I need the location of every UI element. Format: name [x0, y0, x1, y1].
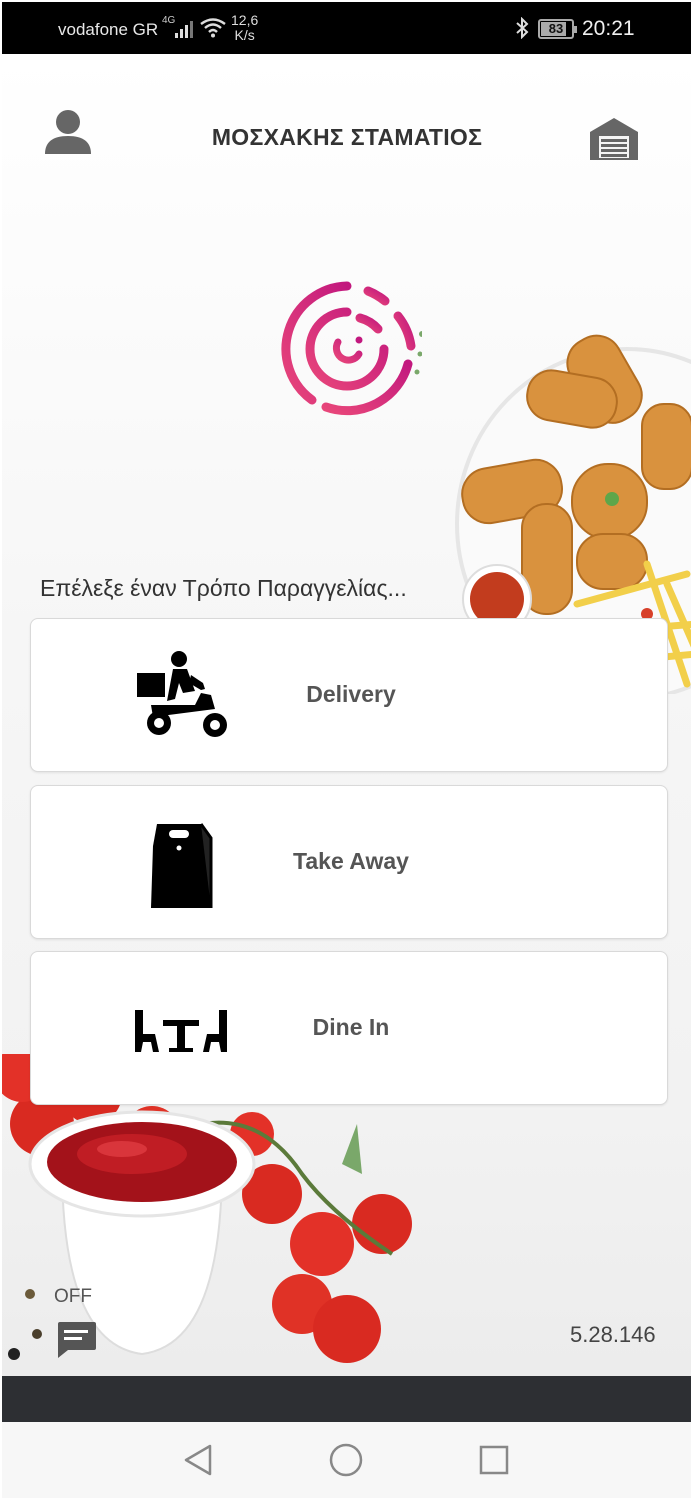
- battery-level: 83: [548, 21, 564, 36]
- dinein-option-button[interactable]: Dine In: [30, 951, 668, 1105]
- scooter-delivery-icon: [137, 651, 227, 737]
- network-type: 4G: [162, 15, 176, 26]
- bluetooth-icon: [516, 17, 529, 39]
- dinein-label: Dine In: [312, 1014, 390, 1040]
- status-time: 20:21: [582, 17, 635, 40]
- store-icon[interactable]: [588, 114, 640, 162]
- carrier-name: vodafone GR: [58, 20, 159, 39]
- chat-status-label: OFF: [54, 1286, 92, 1307]
- network-speed: 12,6 K/s: [231, 13, 258, 43]
- brand-logo: [281, 281, 422, 416]
- back-icon[interactable]: [182, 1443, 214, 1477]
- status-bar: vodafone GR 4G 12,6 K/s 83 20:21: [2, 2, 691, 54]
- signal-icon: [175, 21, 193, 38]
- user-profile-icon[interactable]: [42, 106, 94, 158]
- chat-icon[interactable]: [54, 1320, 98, 1360]
- home-icon[interactable]: [328, 1442, 364, 1478]
- system-navigation-bar: [2, 1422, 691, 1498]
- wifi-icon: [200, 18, 226, 38]
- recent-apps-icon[interactable]: [478, 1444, 510, 1476]
- delivery-label: Delivery: [306, 681, 396, 707]
- bottom-strip: [2, 1376, 691, 1422]
- speed-unit: K/s: [234, 27, 255, 43]
- order-mode-prompt: Επέλεξε έναν Τρόπο Παραγγελίας...: [40, 575, 407, 601]
- takeaway-bag-icon: [151, 823, 213, 908]
- takeaway-label: Take Away: [293, 848, 409, 874]
- app-content: ΜΟΣΧΑΚΗΣ ΣΤΑΜΑΤΙΟΣ Επέλεξε έναν Τρόπο Πα…: [2, 54, 691, 1376]
- takeaway-option-button[interactable]: Take Away: [30, 785, 668, 939]
- delivery-option-button[interactable]: Delivery: [30, 618, 668, 772]
- speed-value: 12,6: [231, 12, 259, 28]
- app-version: 5.28.146: [570, 1322, 656, 1347]
- dine-in-table-icon: [135, 1010, 227, 1052]
- battery-indicator: 83: [538, 19, 577, 39]
- user-name: ΜΟΣΧΑΚΗΣ ΣΤΑΜΑΤΙΟΣ: [211, 124, 483, 150]
- phone-screen: vodafone GR 4G 12,6 K/s 83 20:21 ΜΟΣΧΑΚΗ…: [0, 0, 693, 1500]
